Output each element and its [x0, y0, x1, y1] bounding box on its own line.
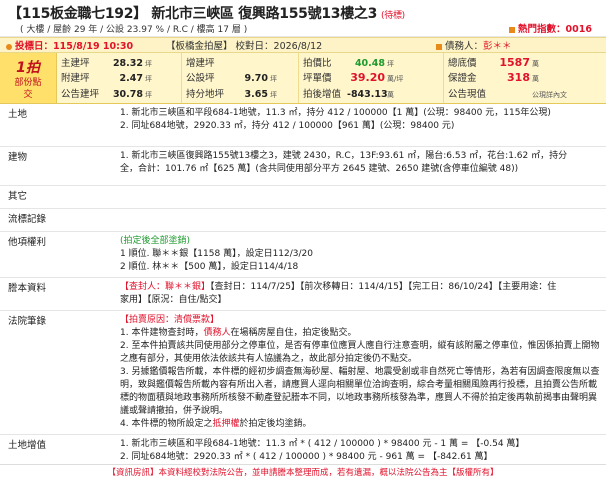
hot-index: 熱門指數：0016: [509, 21, 592, 35]
row-flow: 流標記錄: [0, 208, 606, 232]
person-icon: [436, 43, 442, 50]
row-landvalue: 土地增值 1. 新北市三峽區和平段684-1地號：11.3 ㎡ * ( 412 …: [0, 434, 606, 468]
row-building: 建物 1. 新北市三峽區復興路155號13樓之3，建號 2430，R.C，13F…: [0, 146, 606, 186]
stats-panel: 1拍 部份點 交 主建坪 28.32 坪 附建坪 2.47 坪 公告建坪 30.78 坪 增…: [0, 53, 606, 104]
row-tenancy: 謄本資料 【查封人：聯＊＊銀】【查封日：114/7/25】【前次移轉日：114/…: [0, 277, 606, 311]
status-badge: (待標): [381, 11, 405, 21]
calendar-icon: [6, 43, 12, 50]
property-summary: ( 大樓 / 屋齡 29 年 / 公設 23.97 % / R.C / 樓高 1…: [20, 25, 248, 35]
auction-date: 投標日：115/8/19 10:30: [6, 38, 166, 52]
row-other: 其它: [0, 185, 606, 209]
listing-header: 【115板金職七192】 新北市三峽區 復興路155號13樓之3 (待標) ( 大…: [0, 0, 606, 37]
auction-bar: 投標日：115/8/19 10:30 【板橋金拍屋】 校對日：2026/8/12…: [0, 37, 606, 53]
stats-col-extra: 增建坪 公設坪 9.70 坪 持分地坪 3.65 坪: [182, 53, 299, 103]
row-land: 土地 1. 新北市三峽區和平段684-1地號，11.3 ㎡，持分 412 / 1…: [0, 104, 606, 147]
stats-col-area: 主建坪 28.32 坪 附建坪 2.47 坪 公告建坪 30.78 坪: [57, 53, 182, 103]
row-notes: 法院筆錄 【拍賣原因：清償票款】 1. 本件建物查封時，債務人在場稱房屋自住，拍…: [0, 310, 606, 435]
heart-icon: [509, 26, 516, 33]
row-rights: 他項權利 (拍定後全部塗銷) 1 順位. 聯＊＊銀【1158 萬】，設定日112/…: [0, 231, 606, 278]
court-info: 【板橋金拍屋】 校對日：2026/8/12: [166, 41, 323, 52]
stats-col-price: 拍價比 40.48 坪 坪單價 39.20 萬/坪 拍後增值 -843.13 萬: [299, 53, 444, 103]
detail-table: 土地 1. 新北市三峽區和平段684-1地號，11.3 ㎡，持分 412 / 1…: [0, 104, 606, 468]
footer-disclaimer: 【資訊房訊】本資料經校對法院公告，並申請謄本整理而成，若有遺漏，概以法院公告為主…: [0, 464, 606, 481]
auction-round: 1拍 部份點 交: [0, 53, 57, 103]
debtor: 債務人：彭＊＊: [436, 38, 512, 52]
stats-col-total: 總底價 1587 萬 保證金 318 萬 公告現值 公現詳內文: [448, 56, 567, 100]
page-title: 【115板金職七192】 新北市三峽區 復興路155號13樓之3 (待標): [8, 6, 405, 22]
